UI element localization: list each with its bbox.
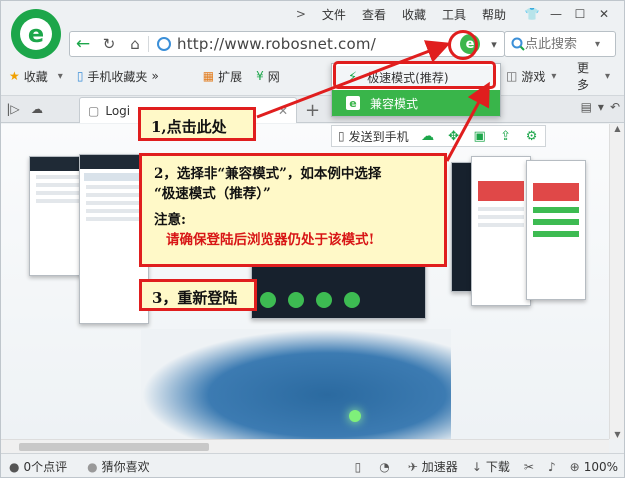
accelerator-label: 加速器: [421, 460, 458, 474]
zoom-button[interactable]: ⊕ 100%: [570, 460, 618, 474]
zoom-icon: ⊕: [569, 459, 580, 474]
mobile-icon: ▯: [354, 459, 362, 474]
accelerator-button[interactable]: ✈ 加速器: [408, 458, 458, 475]
history-button[interactable]: ◔: [379, 460, 393, 474]
phone-button[interactable]: ▯: [355, 460, 366, 474]
callout-note-label: 注意:: [154, 212, 186, 228]
comment-icon: ●: [9, 459, 20, 474]
status-bar: ● 0个点评 ● 猜你喜欢 ▯ ◔ ✈ 加速器 ↓ 下载 ✂ ♪ ⊕ 100%: [1, 453, 624, 477]
callout-step2: 2，选择非“兼容模式”，如本例中选择 “极速模式（推荐）” 注意: 请确保登陆后…: [139, 153, 447, 267]
speaker-icon: ♪: [547, 459, 556, 474]
browser-window: e > 文件 查看 收藏 工具 帮助 👕 — ☐ ✕ ← ↻ ⌂ http://…: [0, 0, 625, 478]
callout-step2-line2: “极速模式（推荐）”: [154, 186, 271, 202]
comments-label: 0个点评: [23, 460, 68, 474]
history-icon: ◔: [379, 459, 390, 474]
arrow-to-fast-mode: [445, 81, 490, 162]
download-label: 下载: [485, 460, 510, 474]
scissors-icon: ✂: [523, 459, 534, 474]
comments-button[interactable]: ● 0个点评: [9, 458, 67, 475]
rocket-icon: ✈: [407, 459, 418, 474]
download-icon: ↓: [471, 459, 482, 474]
zoom-level: 100%: [583, 459, 618, 474]
volume-button[interactable]: ♪: [548, 460, 560, 474]
scissors-button[interactable]: ✂: [524, 460, 538, 474]
callout-step3: 3，重新登陆: [139, 279, 257, 311]
callout-step1-text: 1,点击此处: [151, 118, 227, 136]
arrow-to-kernel-icon: [256, 40, 451, 119]
guess-like-icon: ●: [87, 459, 98, 474]
callout-step3-text: 3，重新登陆: [152, 289, 238, 307]
callout-note-text: 请确保登陆后浏览器仍处于该模式!: [166, 232, 375, 248]
callout-step1: 1,点击此处: [138, 107, 256, 141]
download-button[interactable]: ↓ 下载: [472, 458, 510, 475]
guess-like-label: 猜你喜欢: [101, 460, 150, 474]
callout-step2-line1: 2，选择非“兼容模式”，如本例中选择: [154, 166, 382, 182]
guess-like-button[interactable]: ● 猜你喜欢: [87, 458, 150, 475]
